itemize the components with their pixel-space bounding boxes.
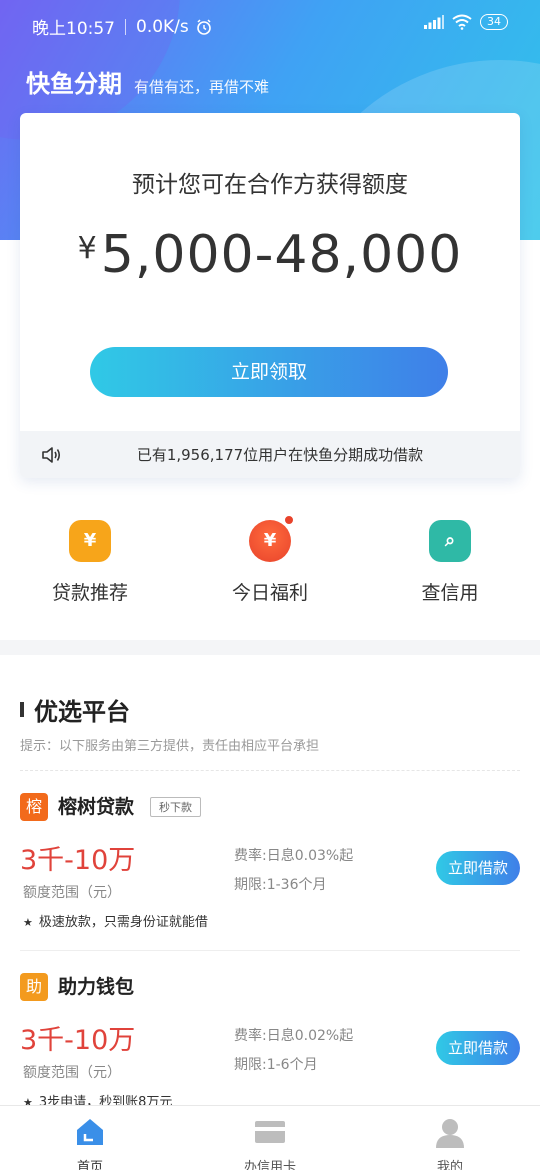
star-icon: ★ xyxy=(23,916,33,929)
bottom-tab-bar: 首页 办信用卡 我的 xyxy=(0,1105,540,1170)
battery-icon: 34 xyxy=(480,14,508,30)
envelope-glyph: ¥ xyxy=(263,530,277,551)
currency-symbol: ¥ xyxy=(77,231,97,266)
tab-home[interactable]: 首页 xyxy=(0,1106,180,1170)
platform-section: 优选平台 提示：以下服务由第三方提供，责任由相应平台承担 榕 榕树贷款 秒下款 … xyxy=(0,655,540,1105)
section-title: 优选平台 xyxy=(34,698,130,726)
quick-entry-loan[interactable]: ¥ 贷款推荐 xyxy=(0,510,180,610)
platform-tag: 秒下款 xyxy=(150,797,201,817)
notification-dot xyxy=(283,514,295,526)
quick-entry-welfare[interactable]: ¥ 今日福利 xyxy=(180,510,360,610)
platform-feature: ★ 3步申请，秒到账8万元 xyxy=(23,1091,172,1105)
quick-entry-credit[interactable]: ⌕ 查信用 xyxy=(360,510,540,610)
status-separator xyxy=(125,18,126,35)
claim-button[interactable]: 立即领取 xyxy=(90,347,448,397)
tab-label: 我的 xyxy=(436,1160,463,1170)
quick-entry-label: 今日福利 xyxy=(231,582,308,604)
platform-name: 榕树贷款 xyxy=(58,796,135,818)
signal-icon xyxy=(424,15,444,29)
platform-name: 助力钱包 xyxy=(58,976,135,998)
wifi-icon xyxy=(452,14,472,30)
credit-limit-card: 预计您可在合作方获得额度 ¥5,000-48,000 立即领取 已有1,956,… xyxy=(20,113,520,478)
section-header: 优选平台 xyxy=(20,692,130,727)
wallet-icon: ¥ xyxy=(69,520,111,562)
tab-label: 办信用卡 xyxy=(243,1160,296,1170)
wallet-glyph: ¥ xyxy=(83,530,97,551)
tab-label: 首页 xyxy=(76,1160,103,1170)
amount-value: 5,000-48,000 xyxy=(100,225,463,285)
tab-mine[interactable]: 我的 xyxy=(360,1106,540,1170)
status-time: 晚上10:57 xyxy=(32,19,115,39)
platform-logo-icon: 榕 xyxy=(20,793,48,821)
network-speed: 0.0K/s xyxy=(136,16,189,37)
star-icon: ★ xyxy=(23,1096,33,1105)
feature-text: 3步申请，秒到账8万元 xyxy=(38,1095,173,1105)
status-bar: 晚上10:57 0.0K/s 34 xyxy=(0,0,540,50)
platform-rate: 费率:日息0.03%起 xyxy=(234,848,354,864)
credit-amount: ¥5,000-48,000 xyxy=(20,225,520,285)
platform-term: 期限:1-6个月 xyxy=(234,1057,318,1073)
notice-bar: 已有1,956,177位用户在快鱼分期成功借款 xyxy=(20,431,520,478)
section-marker xyxy=(20,702,24,717)
platform-logo-icon: 助 xyxy=(20,973,48,1001)
platform-card[interactable]: 助 助力钱包 3千-10万 额度范围（元） 费率:日息0.02%起 期限:1-6… xyxy=(20,973,520,1105)
range-label: 额度范围（元） xyxy=(23,885,121,901)
borrow-button[interactable]: 立即借款 xyxy=(436,1031,520,1065)
platform-range: 3千-10万 xyxy=(20,845,136,876)
quick-entry-label: 查信用 xyxy=(421,582,479,604)
quick-entries: ¥ 贷款推荐 ¥ 今日福利 ⌕ 查信用 xyxy=(0,510,540,610)
tab-credit-card[interactable]: 办信用卡 xyxy=(180,1106,360,1170)
range-label: 额度范围（元） xyxy=(23,1065,121,1081)
platform-rate: 费率:日息0.02%起 xyxy=(234,1028,354,1044)
app-slogan: 有借有还，再借不难 xyxy=(134,78,270,96)
platform-term: 期限:1-36个月 xyxy=(234,877,327,893)
platform-card[interactable]: 榕 榕树贷款 秒下款 3千-10万 额度范围（元） 费率:日息0.03%起 期限… xyxy=(20,793,520,973)
red-envelope-icon: ¥ xyxy=(249,514,295,562)
speaker-icon xyxy=(42,447,61,463)
section-tip: 提示：以下服务由第三方提供，责任由相应平台承担 xyxy=(20,739,320,754)
platform-feature: ★ 极速放款，只需身份证就能借 xyxy=(23,911,208,930)
feature-text: 极速放款，只需身份证就能借 xyxy=(38,915,208,930)
card-icon xyxy=(255,1121,285,1143)
card-title: 预计您可在合作方获得额度 xyxy=(132,172,408,198)
quick-entry-label: 贷款推荐 xyxy=(51,582,128,604)
platform-range: 3千-10万 xyxy=(20,1025,136,1056)
divider xyxy=(20,950,520,951)
borrow-button[interactable]: 立即借款 xyxy=(436,851,520,885)
alarm-icon xyxy=(196,18,211,35)
user-icon xyxy=(436,1119,464,1148)
credit-glyph: ⌕ xyxy=(444,530,456,551)
app-header: 快鱼分期 有借有还，再借不难 xyxy=(26,64,269,99)
notice-text: 已有1,956,177位用户在快鱼分期成功借款 xyxy=(136,446,424,464)
app-name: 快鱼分期 xyxy=(26,70,122,98)
home-icon xyxy=(77,1119,103,1145)
divider xyxy=(20,770,520,771)
credit-report-icon: ⌕ xyxy=(429,520,471,562)
